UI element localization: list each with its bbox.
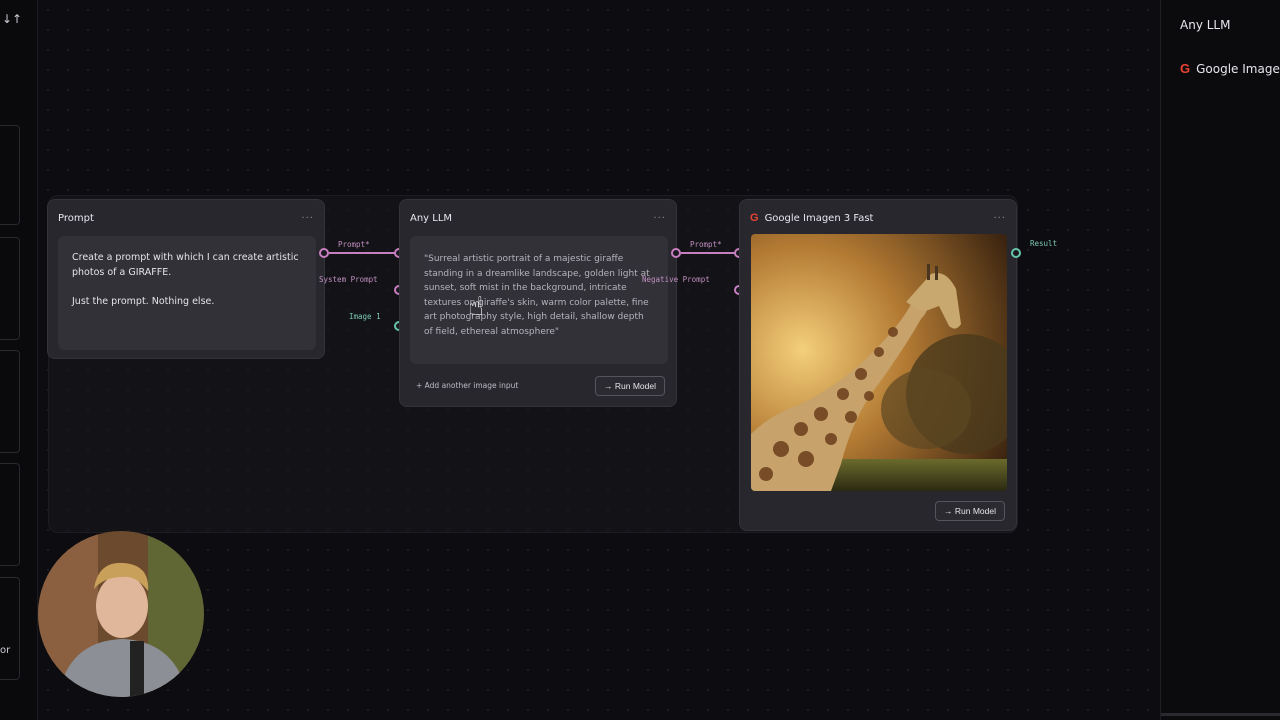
horizontal-scrollbar[interactable] — [1161, 713, 1280, 716]
left-toolbar: ↓↑ or — [0, 0, 38, 720]
result-output-port[interactable] — [1011, 248, 1021, 258]
port-label-result: Result — [1030, 239, 1058, 248]
connection-wire — [681, 252, 737, 254]
sort-arrows-icon[interactable]: ↓↑ — [2, 12, 22, 26]
toolbar-slot[interactable] — [0, 463, 20, 566]
toolbar-slot[interactable] — [0, 350, 20, 453]
prompt-output-port[interactable] — [319, 248, 329, 258]
google-logo-icon: G — [1180, 61, 1191, 76]
toolbar-slot[interactable] — [0, 125, 20, 225]
any-llm-node[interactable]: Any LLM ··· "Surreal artistic portrait o… — [399, 199, 677, 407]
workflow-canvas[interactable]: Prompt ··· Create a prompt with which I … — [38, 0, 1160, 720]
run-model-button[interactable]: → Run Model — [935, 501, 1005, 521]
add-image-input-button[interactable]: + Add another image input — [416, 381, 518, 390]
connection-wire — [329, 252, 395, 254]
run-model-button[interactable]: → Run Model — [595, 376, 665, 396]
toolbar-slot[interactable] — [0, 577, 20, 680]
node-title: Google Imagen 3 Fast — [764, 212, 874, 224]
node-menu-icon[interactable]: ··· — [993, 213, 1006, 224]
port-label-prompt: Prompt* — [690, 240, 722, 249]
port-label-image: Image 1 — [349, 312, 381, 321]
port-label-system-prompt: System Prompt — [319, 275, 378, 284]
panel-title: Any LLM — [1180, 18, 1231, 32]
generated-giraffe-image[interactable] — [751, 234, 1007, 491]
node-menu-icon[interactable]: ··· — [301, 213, 314, 224]
toolbar-slot[interactable] — [0, 237, 20, 340]
node-menu-icon[interactable]: ··· — [653, 213, 666, 224]
prompt-text-line: Create a prompt with which I can create … — [72, 252, 299, 278]
webcam-overlay — [38, 531, 204, 697]
model-list-item-label: Google Image — [1196, 61, 1280, 76]
google-imagen-node[interactable]: G Google Imagen 3 Fast ··· → Run Model — [739, 199, 1017, 531]
prompt-text-line: Just the prompt. Nothing else. — [72, 296, 215, 307]
google-logo-icon: G — [750, 212, 759, 224]
prompt-node[interactable]: Prompt ··· Create a prompt with which I … — [47, 199, 325, 359]
model-list-item[interactable]: G Google Image — [1180, 61, 1280, 76]
node-title: Prompt — [58, 212, 94, 224]
port-label-negative-prompt: Negative Prompt — [642, 275, 710, 284]
right-panel: Any LLM G Google Image — [1160, 0, 1280, 720]
llm-output-port[interactable] — [671, 248, 681, 258]
toolbar-partial-label: or — [0, 645, 11, 656]
llm-output-text: "Surreal artistic portrait of a majestic… — [410, 236, 668, 364]
node-title: Any LLM — [410, 212, 453, 224]
hand-cursor-icon: ☝ — [468, 292, 484, 322]
port-label-prompt: Prompt* — [338, 240, 370, 249]
prompt-text-area[interactable]: Create a prompt with which I can create … — [58, 236, 316, 350]
